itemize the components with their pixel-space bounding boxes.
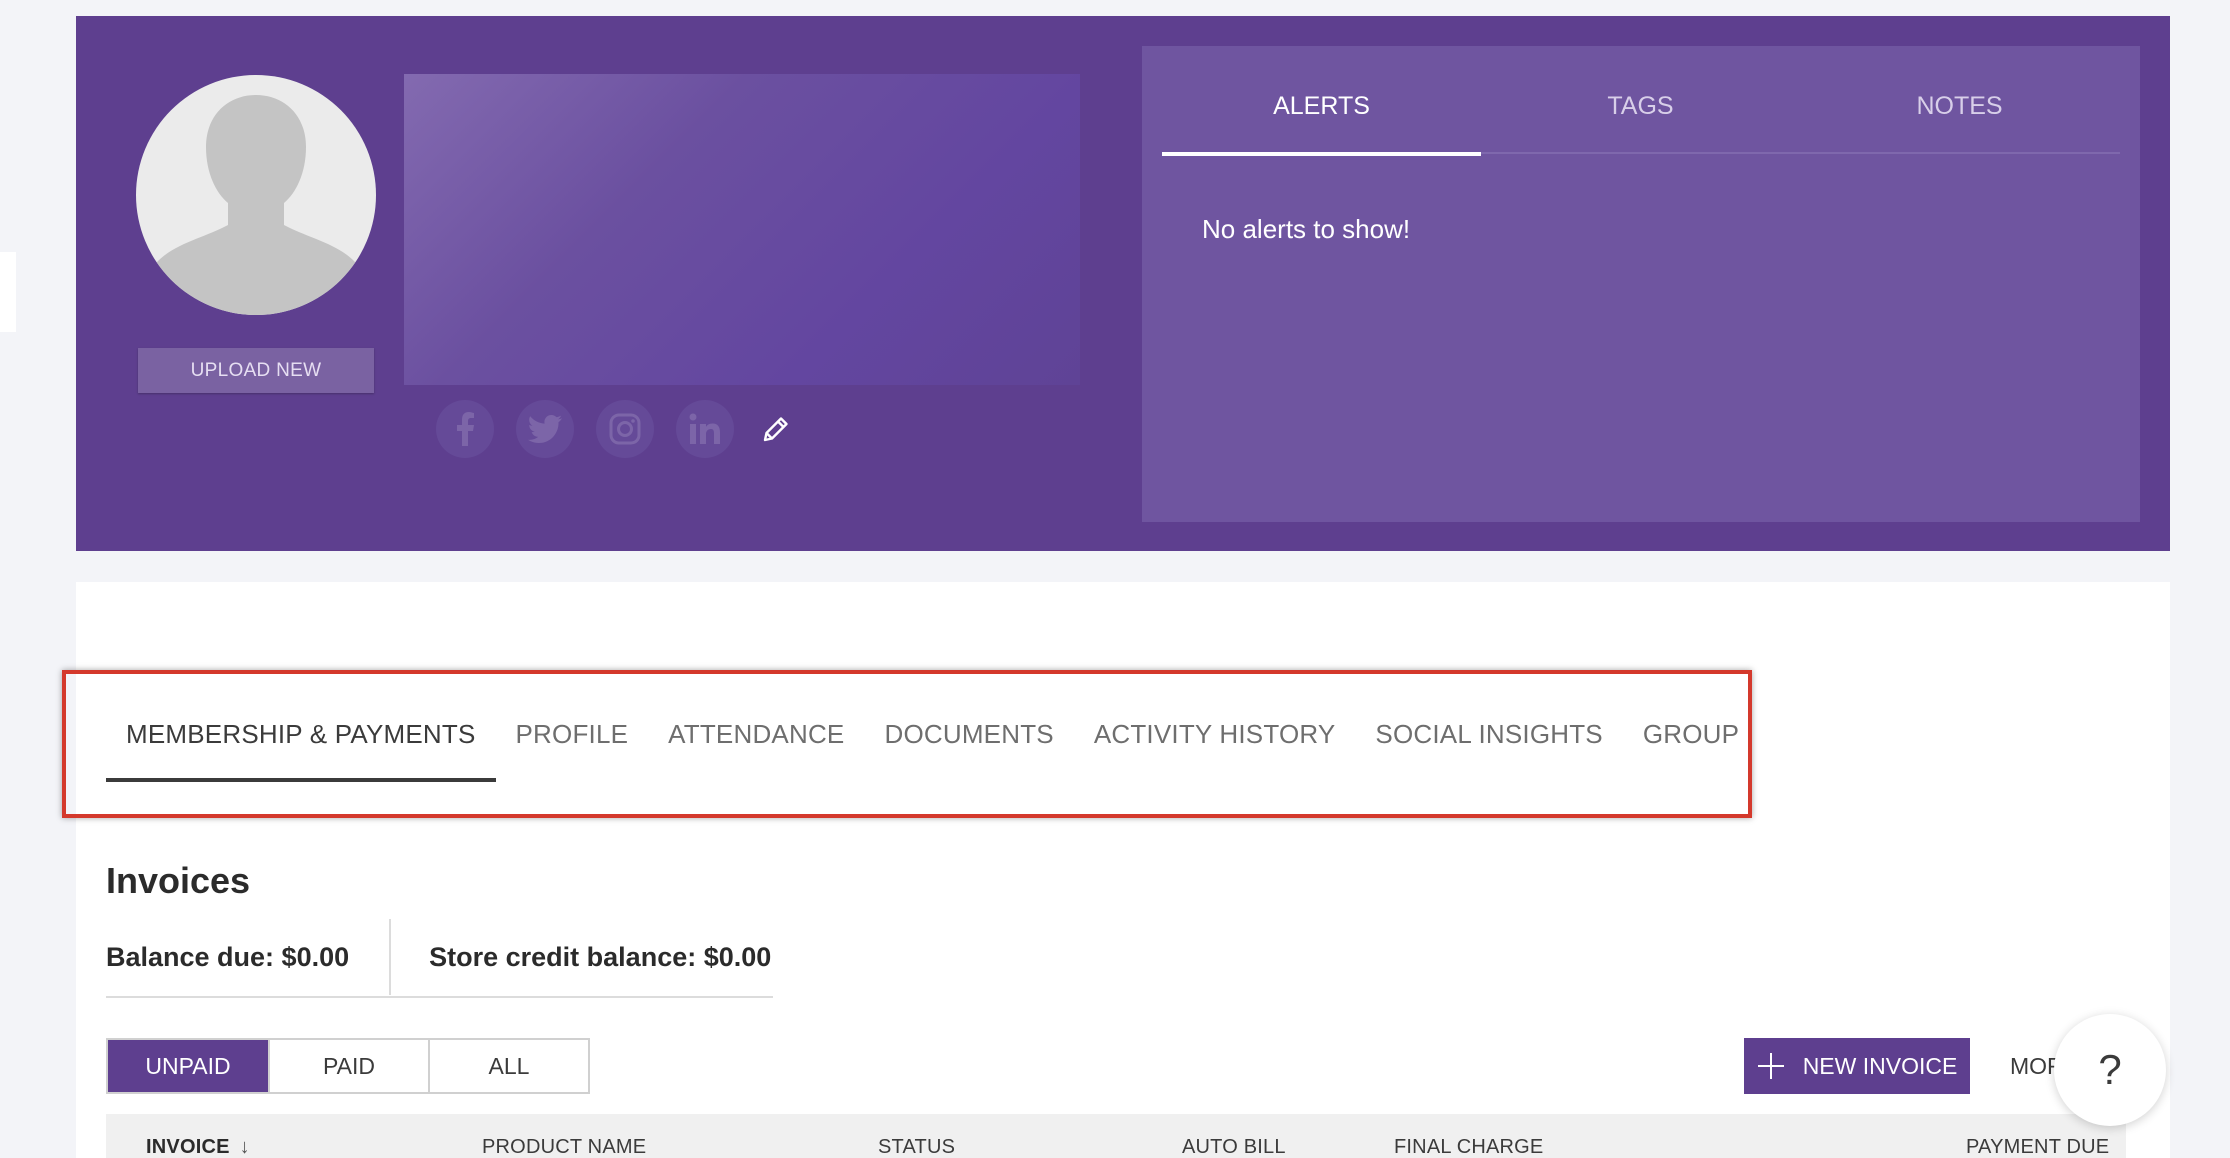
tab-activity-history[interactable]: ACTIVITY HISTORY <box>1074 706 1356 782</box>
plus-icon <box>1757 1053 1784 1079</box>
arrow-down-icon[interactable]: ↓ <box>240 1136 250 1158</box>
tab-notes[interactable]: NOTES <box>1800 86 2119 152</box>
tab-alerts[interactable]: ALERTS <box>1162 86 1481 156</box>
alerts-tab-bar: ALERTS TAGS NOTES <box>1162 86 2120 156</box>
twitter-icon[interactable] <box>516 400 574 458</box>
help-button[interactable]: ? <box>2054 1014 2166 1126</box>
new-invoice-label: NEW INVOICE <box>1802 1052 1958 1079</box>
tab-group[interactable]: GROUP <box>1623 706 1759 782</box>
pencil-icon[interactable] <box>756 409 796 449</box>
tab-membership-payments[interactable]: MEMBERSHIP & PAYMENTS <box>106 706 496 782</box>
linkedin-icon[interactable] <box>676 400 734 458</box>
column-header-payment-due[interactable]: PAYMENT DUE <box>1966 1136 2109 1158</box>
column-header-invoice[interactable]: INVOICE ↓ <box>146 1136 250 1158</box>
tab-attendance[interactable]: ATTENDANCE <box>648 706 864 782</box>
upload-photo-button[interactable]: UPLOAD NEW <box>138 348 374 393</box>
balance-due: Balance due: $0.00 <box>106 941 350 972</box>
invoices-heading: Invoices <box>106 860 251 901</box>
store-credit-balance: Store credit balance: $0.00 <box>429 941 772 972</box>
facebook-icon[interactable] <box>436 400 494 458</box>
tab-tags[interactable]: TAGS <box>1481 86 1800 152</box>
column-header-final-charge[interactable]: FINAL CHARGE <box>1394 1136 1543 1158</box>
profile-header: UPLOAD NEW ALERTS TAGS NOTES No alerts t… <box>76 16 2170 551</box>
alerts-panel: ALERTS TAGS NOTES No alerts to show! <box>1142 46 2140 522</box>
column-header-status[interactable]: STATUS <box>878 1136 955 1158</box>
column-header-product-name[interactable]: PRODUCT NAME <box>482 1136 646 1158</box>
left-edge-panel <box>0 252 16 332</box>
filter-paid-button[interactable]: PAID <box>268 1040 428 1092</box>
tab-social-insights[interactable]: SOCIAL INSIGHTS <box>1355 706 1622 782</box>
filter-all-button[interactable]: ALL <box>428 1040 588 1092</box>
balance-divider <box>389 919 392 995</box>
new-invoice-button[interactable]: NEW INVOICE <box>1744 1038 1970 1094</box>
balance-summary: Balance due: $0.00 Store credit balance:… <box>106 918 773 998</box>
filter-unpaid-button[interactable]: UNPAID <box>108 1040 268 1092</box>
member-nav-tabs: MEMBERSHIP & PAYMENTS PROFILE ATTENDANCE… <box>106 706 1759 782</box>
column-header-auto-bill[interactable]: AUTO BILL <box>1182 1136 1286 1158</box>
person-silhouette-icon <box>140 95 372 315</box>
tab-profile[interactable]: PROFILE <box>496 706 649 782</box>
instagram-icon[interactable] <box>596 400 654 458</box>
tab-documents[interactable]: DOCUMENTS <box>864 706 1073 782</box>
social-links <box>436 400 796 458</box>
invoice-filter-group: UNPAID PAID ALL <box>106 1038 590 1094</box>
alerts-empty-message: No alerts to show! <box>1202 214 1411 244</box>
avatar <box>136 75 376 315</box>
profile-info-box <box>404 74 1080 385</box>
invoice-table-header: INVOICE ↓ PRODUCT NAME STATUS AUTO BILL F… <box>106 1114 2126 1158</box>
